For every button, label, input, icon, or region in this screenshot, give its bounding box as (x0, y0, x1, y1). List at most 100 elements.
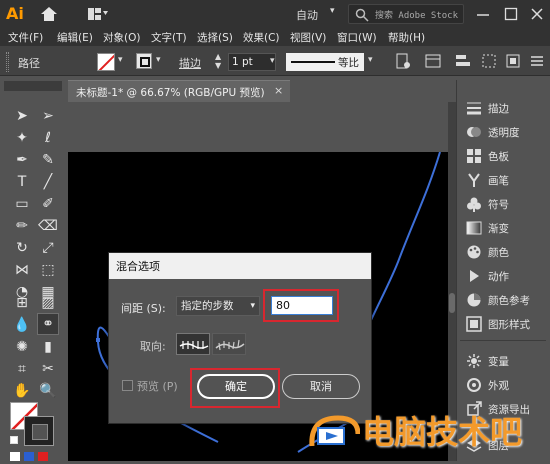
menu-select[interactable]: 选择(S) (197, 30, 233, 45)
panel-appearance[interactable]: 外观 (464, 374, 548, 396)
ok-button[interactable]: 确定 (197, 374, 275, 399)
direct-selection-tool-icon[interactable]: ➢ (38, 106, 58, 126)
stroke-weight-input[interactable]: 1 pt (228, 53, 276, 71)
pen-tool-icon[interactable]: ✒ (12, 150, 32, 170)
document-tab[interactable]: 未标题-1* @ 66.67% (RGB/GPU 预览) × (68, 80, 290, 102)
panel-color-guide[interactable]: 颜色参考 (464, 289, 548, 311)
panel-label: 描边 (488, 103, 509, 115)
rotate-tool-icon[interactable]: ↻ (12, 238, 32, 258)
document-setup-icon[interactable] (394, 52, 412, 70)
fill-swatch[interactable] (97, 53, 115, 71)
symbol-sprayer-tool-icon[interactable]: ✺ (12, 337, 32, 357)
panel-stroke[interactable]: 描边 (464, 97, 548, 119)
align-to-path-button[interactable] (212, 333, 246, 355)
align-to-page-button[interactable] (176, 333, 210, 355)
spacing-select[interactable]: 指定的步数 ▾ (176, 296, 260, 316)
watermark-text: 电脑技术吧 (362, 413, 523, 451)
vertical-scrollbar[interactable] (448, 102, 456, 461)
gradient-mode-icon[interactable] (24, 452, 34, 461)
hand-tool-icon[interactable]: ✋ (12, 381, 32, 401)
chevron-down-icon[interactable]: ▾ (156, 55, 161, 65)
stroke-label[interactable]: 描边 (179, 55, 201, 71)
menu-view[interactable]: 视图(V) (290, 30, 326, 45)
preferences-icon[interactable] (424, 52, 442, 70)
stroke-lines-icon (467, 102, 481, 115)
maximize-icon[interactable] (504, 7, 518, 21)
none-mode-icon[interactable] (38, 452, 48, 461)
menu-object[interactable]: 对象(O) (103, 30, 140, 45)
chevron-down-icon[interactable]: ▾ (118, 55, 123, 65)
steps-input[interactable]: 80 (271, 296, 333, 315)
preview-label: 预览 (P) (137, 380, 178, 393)
artboard-tool-icon[interactable]: ⌗ (12, 359, 32, 379)
menu-window[interactable]: 窗口(W) (337, 30, 377, 45)
panel-graphic-styles[interactable]: 图形样式 (464, 313, 548, 335)
align-icon[interactable] (454, 52, 472, 70)
line-tool-icon[interactable]: ╱ (38, 172, 58, 192)
lasso-tool-icon[interactable]: ℓ (38, 128, 58, 148)
default-colors-icon[interactable] (10, 436, 18, 444)
panel-symbols[interactable]: 符号 (464, 193, 548, 215)
eyedropper-tool-icon[interactable]: 💧 (12, 315, 32, 335)
color-guide-icon (467, 293, 481, 307)
eraser-tool-icon[interactable]: ⌫ (38, 216, 58, 236)
type-tool-icon[interactable]: T (12, 172, 32, 192)
minimize-icon[interactable] (476, 7, 490, 21)
stroke-color-box[interactable] (24, 416, 54, 446)
zoom-tool-icon[interactable]: 🔍 (38, 381, 58, 401)
menu-file[interactable]: 文件(F) (8, 30, 43, 45)
panel-color[interactable]: 颜色 (464, 241, 548, 263)
home-icon[interactable] (40, 6, 58, 22)
stroke-stepper-icon[interactable]: ▲ ▼ (215, 52, 225, 72)
stock-search-placeholder: 搜索 Adobe Stock (375, 11, 459, 21)
scale-tool-icon[interactable]: ⤢ (38, 238, 58, 258)
paintbrush-tool-icon[interactable]: ✐ (38, 194, 58, 214)
preview-checkbox[interactable] (122, 380, 133, 391)
spacing-selected-value: 指定的步数 (181, 300, 234, 312)
panel-label: 动作 (488, 271, 509, 283)
chevron-down-icon[interactable]: ▾ (330, 6, 340, 16)
chevron-down-icon[interactable]: ▾ (368, 55, 373, 65)
workspace-layout-icon[interactable] (88, 8, 108, 20)
stock-search-input[interactable]: 搜索 Adobe Stock (348, 4, 464, 24)
scrollbar-thumb[interactable] (449, 293, 455, 313)
align-to-path-icon (215, 339, 245, 351)
free-transform-tool-icon[interactable]: ⬚ (38, 260, 58, 280)
close-window-icon[interactable] (530, 7, 544, 21)
mesh-tool-icon[interactable]: ⊞ (12, 293, 32, 313)
panel-menu-icon[interactable] (528, 52, 546, 70)
panel-brushes[interactable]: 画笔 (464, 169, 548, 191)
curvature-tool-icon[interactable]: ✎ (38, 150, 58, 170)
graphic-styles-icon (466, 316, 482, 332)
panel-transparency[interactable]: 透明度 (464, 121, 548, 143)
magic-wand-tool-icon[interactable]: ✦ (12, 128, 32, 148)
transform-icon[interactable] (480, 52, 498, 70)
tools-panel-header[interactable] (4, 81, 62, 91)
panel-swatches[interactable]: 色板 (464, 145, 548, 167)
color-mode-icon[interactable] (10, 452, 20, 461)
rectangle-tool-icon[interactable]: ▭ (12, 194, 32, 214)
blend-tool-icon[interactable]: ⚭ (37, 313, 59, 335)
menu-help[interactable]: 帮助(H) (388, 30, 425, 45)
gradient-tool-icon[interactable]: ▨ (38, 293, 58, 313)
menu-effect[interactable]: 效果(C) (243, 30, 280, 45)
chevron-down-icon[interactable]: ▾ (270, 56, 280, 66)
width-tool-icon[interactable]: ⋈ (12, 260, 32, 280)
isolate-icon[interactable] (504, 52, 522, 70)
column-graph-tool-icon[interactable]: ▮ (38, 337, 58, 357)
slice-tool-icon[interactable]: ✂ (38, 359, 58, 379)
panel-label: 透明度 (488, 127, 520, 139)
panel-variables[interactable]: 变量 (464, 350, 548, 372)
menu-type[interactable]: 文字(T) (151, 30, 187, 45)
close-tab-icon[interactable]: × (274, 84, 283, 97)
grip-handle[interactable] (6, 52, 9, 72)
menu-edit[interactable]: 编辑(E) (57, 30, 93, 45)
panel-actions[interactable]: 动作 (464, 265, 548, 287)
cancel-button[interactable]: 取消 (282, 374, 360, 399)
variables-icon (467, 354, 481, 368)
shaper-tool-icon[interactable]: ✏ (12, 216, 32, 236)
stroke-swatch[interactable] (136, 53, 152, 69)
variable-width-profile[interactable]: 等比 (286, 53, 364, 71)
panel-gradient[interactable]: 渐变 (464, 217, 548, 239)
selection-tool-icon[interactable]: ➤ (12, 106, 32, 126)
